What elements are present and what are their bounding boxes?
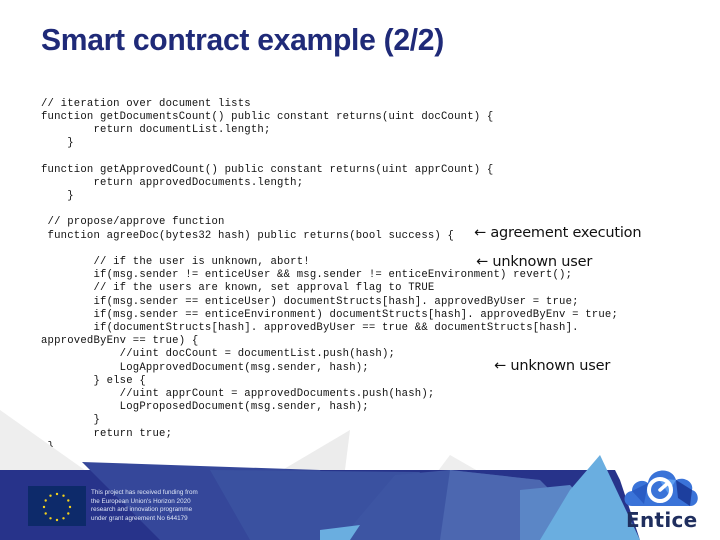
code-line: return documentList.length;	[41, 124, 271, 136]
code-line: function agreeDoc(bytes32 hash) public r…	[41, 230, 455, 242]
annotation-unknown-user: ← unknown user	[494, 358, 611, 374]
code-line: if(msg.sender == enticeUser) documentStr…	[41, 296, 579, 308]
code-line: if(msg.sender != enticeUser && msg.sende…	[41, 269, 573, 281]
code-line: //uint docCount = documentList.push(hash…	[41, 348, 396, 360]
code-line: LogApprovedDocument(msg.sender, hash);	[41, 362, 369, 374]
code-line: if(msg.sender == enticeEnvironment) docu…	[41, 309, 619, 321]
annotation-agreement-execution: ← agreement execution	[474, 225, 642, 241]
code-line: }	[41, 190, 74, 202]
code-line: // if the user is unknown, abort!	[41, 256, 310, 268]
code-line: // propose/approve function	[41, 216, 225, 228]
code-line: function getDocumentsCount() public cons…	[41, 111, 494, 123]
eu-flag-icon	[28, 486, 86, 526]
code-line: function getApprovedCount() public const…	[41, 164, 494, 176]
code-line: // iteration over document lists	[41, 98, 251, 110]
slide-title: Smart contract example (2/2)	[41, 22, 444, 57]
annotation-unknown-user: ← unknown user	[476, 254, 593, 270]
code-line: approvedByEnv == true) {	[41, 335, 199, 347]
funding-acknowledgement: This project has received funding from t…	[91, 489, 198, 522]
code-line: // if the users are known, set approval …	[41, 282, 435, 294]
entice-wordmark: Entice	[626, 508, 698, 532]
code-line: }	[41, 137, 74, 149]
code-line: if(documentStructs[hash]. approvedByUser…	[41, 322, 579, 334]
code-line: } else {	[41, 375, 146, 387]
code-line: return approvedDocuments.length;	[41, 177, 304, 189]
